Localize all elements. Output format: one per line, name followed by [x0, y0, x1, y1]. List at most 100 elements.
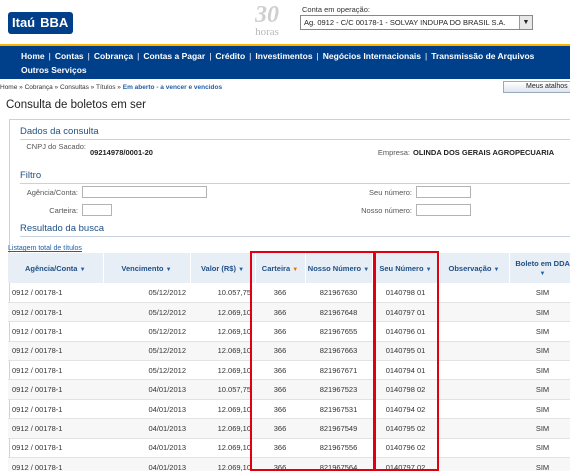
col-header-valor[interactable]: Valor (R$) ▼: [190, 253, 256, 283]
cell-carteira: 366: [255, 302, 305, 323]
cell-valor: 12.069,10: [190, 321, 255, 342]
table-row[interactable]: 0912 / 00178-1 04/01/2013 12.069,10 366 8219…: [8, 418, 570, 439]
cell-vencimento: 04/01/2013: [103, 418, 190, 439]
table-row[interactable]: 0912 / 00178-1 04/01/2013 12.069,10 366 8219…: [8, 457, 570, 471]
col-header-nosso-numero[interactable]: Nosso Número ▼: [305, 253, 373, 283]
nav-separator: |: [425, 51, 428, 61]
cell-valor: 12.069,10: [190, 399, 255, 420]
nav-outros-servicos[interactable]: Outros Serviços: [21, 65, 87, 75]
nav-separator: |: [209, 51, 212, 61]
nav-separator: |: [87, 51, 90, 61]
col-header-observacao[interactable]: Observação ▼: [439, 253, 510, 283]
col-header-label: Agência/Conta: [24, 263, 78, 273]
shortcuts-button[interactable]: Meus atalhos: [503, 81, 570, 93]
table-row[interactable]: 0912 / 00178-1 05/12/2012 12.069,10 366 8219…: [8, 360, 570, 381]
cell-observacao: [439, 457, 509, 471]
cell-observacao: [439, 283, 509, 303]
cell-nosso-numero: 821967523: [305, 379, 372, 400]
cell-valor: 12.069,10: [190, 457, 255, 471]
nav-separator: |: [249, 51, 252, 61]
breadcrumb-path[interactable]: Home » Cobrança » Consultas » Títulos »: [0, 84, 123, 91]
cell-nosso-numero: 821967663: [305, 341, 372, 362]
cell-agencia: 0912 / 00178-1: [8, 360, 103, 381]
cell-carteira: 366: [255, 283, 305, 303]
main-nav: Home | Contas | Cobrança | Contas a Pagar | Créd…: [0, 44, 570, 79]
nav-home[interactable]: Home: [21, 51, 45, 61]
sort-down-icon[interactable]: ▼: [166, 267, 172, 273]
cell-boleto-dda: SIM: [509, 302, 570, 323]
table-row[interactable]: 0912 / 00178-1 04/01/2013 12.069,10 366 8219…: [8, 399, 570, 420]
cell-nosso-numero: 821967648: [305, 302, 372, 323]
cell-boleto-dda: SIM: [509, 418, 570, 439]
cell-agencia: 0912 / 00178-1: [8, 283, 103, 303]
nav-transmissao-arquivos[interactable]: Transmissão de Arquivos: [431, 51, 534, 61]
cell-carteira: 366: [255, 379, 305, 400]
seu-numero-input[interactable]: [416, 186, 471, 198]
table-row[interactable]: 0912 / 00178-1 05/12/2012 12.069,10 366 8219…: [8, 302, 570, 323]
cnpj-label: CNPJ do Sacado:: [26, 142, 86, 151]
cell-boleto-dda: SIM: [509, 283, 570, 303]
nosso-numero-input[interactable]: [416, 204, 471, 216]
itau-bba-logo[interactable]: Itaú BBA: [8, 12, 74, 34]
breadcrumb: Home » Cobrança » Consultas » Títulos » …: [0, 84, 222, 91]
cell-seu-numero: 0140796 02: [372, 438, 439, 459]
sort-down-icon[interactable]: ▼: [238, 267, 244, 273]
agencia-input[interactable]: [82, 186, 207, 198]
nav-contas[interactable]: Contas: [55, 51, 84, 61]
nav-credito[interactable]: Crédito: [215, 51, 245, 61]
cell-agencia: 0912 / 00178-1: [8, 418, 103, 439]
col-header-label: Valor (R$): [200, 263, 236, 273]
section-divider: [20, 183, 570, 184]
col-header-agencia[interactable]: Agência/Conta ▼: [8, 253, 104, 283]
sort-down-icon[interactable]: ▼: [426, 267, 432, 273]
col-header-seu-numero[interactable]: Seu Número ▼: [372, 253, 440, 283]
cell-vencimento: 04/01/2013: [103, 399, 190, 420]
badge-text: horas: [255, 26, 279, 38]
carteira-input[interactable]: [82, 204, 112, 216]
cell-valor: 12.069,10: [190, 418, 255, 439]
nav-separator: |: [48, 51, 51, 61]
cell-seu-numero: 0140796 01: [372, 321, 439, 342]
logo-bba: BBA: [38, 12, 74, 34]
nosso-numero-label: Nosso número:: [361, 206, 412, 215]
table-row[interactable]: 0912 / 00178-1 04/01/2013 12.069,10 366 8219…: [8, 438, 570, 459]
table-row[interactable]: 0912 / 00178-1 05/12/2012 12.069,10 366 8219…: [8, 341, 570, 362]
col-header-label: Vencimento: [121, 263, 164, 273]
sort-down-icon[interactable]: ▼: [540, 271, 546, 277]
listagem-total-link[interactable]: Listagem total de títulos: [8, 245, 82, 252]
nav-negocios-internacionais[interactable]: Negócios Internacionais: [323, 51, 421, 61]
cell-nosso-numero: 821967531: [305, 399, 372, 420]
col-header-vencimento[interactable]: Vencimento ▼: [103, 253, 191, 283]
sort-down-icon[interactable]: ▼: [494, 267, 500, 273]
sort-down-icon[interactable]: ▼: [80, 267, 86, 273]
table-row[interactable]: 0912 / 00178-1 04/01/2013 10.057,75 366 8219…: [8, 379, 570, 400]
cell-seu-numero: 0140795 01: [372, 341, 439, 362]
table-row[interactable]: 0912 / 00178-1 05/12/2012 12.069,10 366 8219…: [8, 321, 570, 342]
sort-down-icon[interactable]: ▼: [292, 267, 298, 273]
cell-carteira: 366: [255, 321, 305, 342]
cell-carteira: 366: [255, 418, 305, 439]
sort-down-icon[interactable]: ▼: [363, 267, 369, 273]
chevron-down-icon[interactable]: ▼: [519, 16, 532, 29]
cell-seu-numero: 0140795 02: [372, 418, 439, 439]
section-title-consulta: Dados da consulta: [20, 126, 99, 137]
cell-valor: 12.069,10: [190, 302, 255, 323]
cell-nosso-numero: 821967630: [305, 283, 372, 303]
cell-seu-numero: 0140794 02: [372, 399, 439, 420]
table-row[interactable]: 0912 / 00178-1 05/12/2012 10.057,75 366 8219…: [8, 283, 570, 303]
nav-contas-a-pagar[interactable]: Contas a Pagar: [143, 51, 205, 61]
cell-observacao: [439, 418, 509, 439]
section-divider: [20, 236, 570, 237]
nav-investimentos[interactable]: Investimentos: [255, 51, 312, 61]
cell-observacao: [439, 438, 509, 459]
breadcrumb-current: Em aberto - a vencer e vencidos: [122, 84, 223, 91]
cell-vencimento: 05/12/2012: [103, 302, 190, 323]
col-header-label: Seu Número: [379, 263, 424, 273]
col-header-carteira[interactable]: Carteira ▼: [255, 253, 306, 283]
cell-carteira: 366: [255, 360, 305, 381]
account-select[interactable]: Ag. 0912 - C/C 00178-1 - SOLVAY INDUPA D…: [300, 15, 533, 30]
nav-cobranca[interactable]: Cobrança: [94, 51, 133, 61]
cell-observacao: [439, 302, 509, 323]
col-header-boleto-dda[interactable]: Boleto em DDA ▼: [509, 253, 570, 283]
cell-seu-numero: 0140794 01: [372, 360, 439, 381]
